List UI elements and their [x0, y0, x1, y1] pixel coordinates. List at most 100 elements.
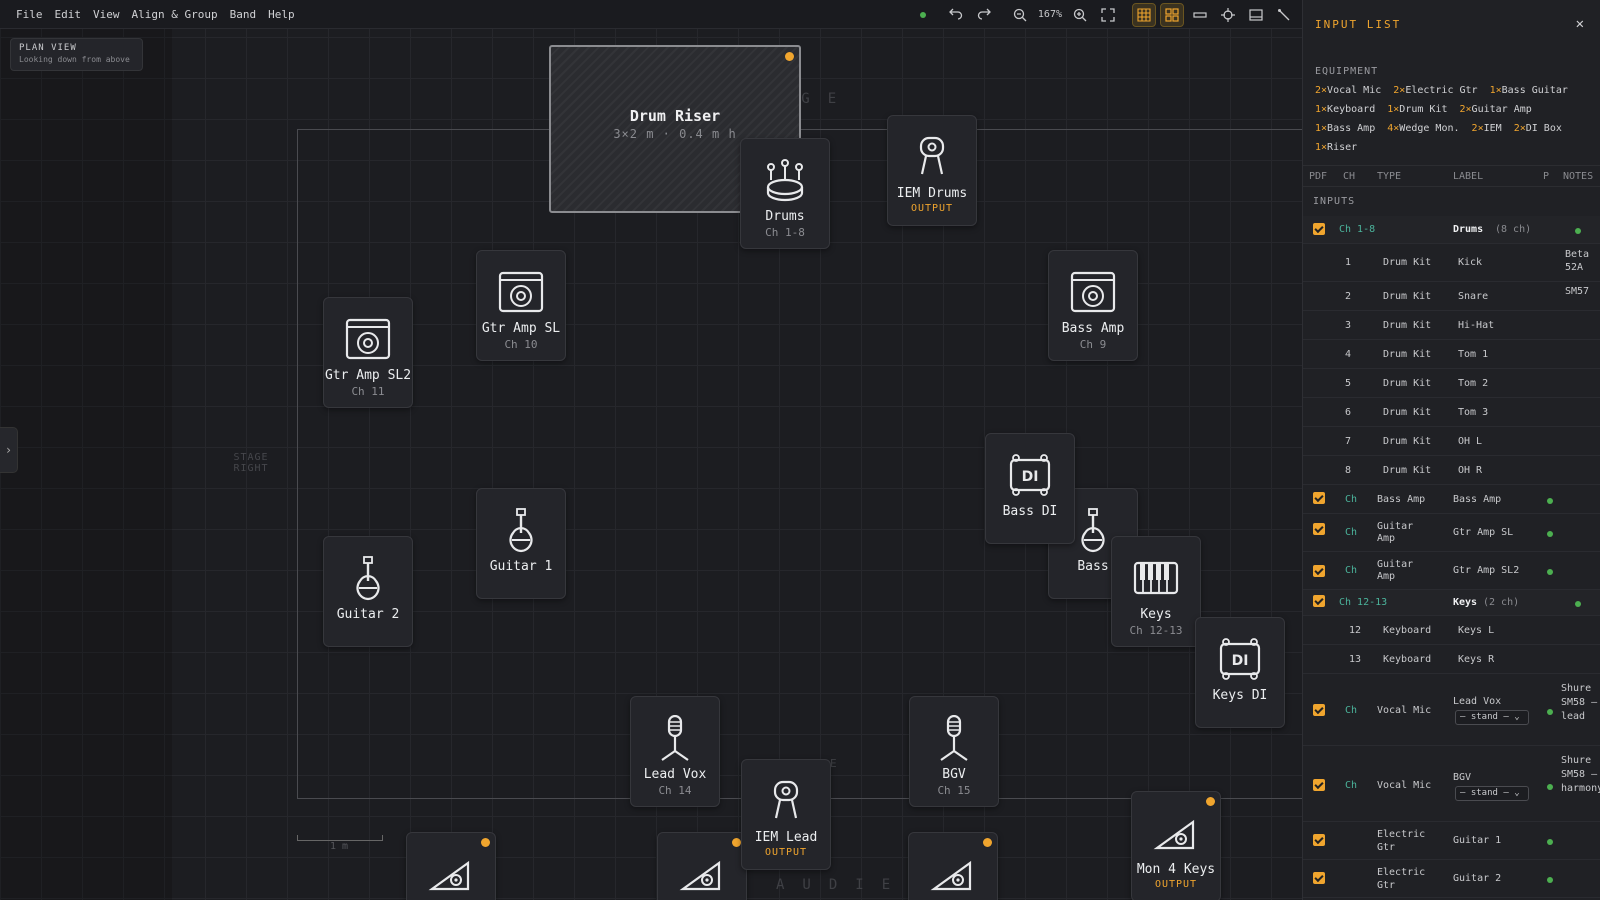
- redo-button[interactable]: [972, 3, 996, 27]
- table-row[interactable]: Ch Vocal Mic Lead Vox — stand — ⌄ Shure …: [1303, 674, 1600, 746]
- pdf-checkbox[interactable]: [1313, 779, 1325, 791]
- node-iem-lead[interactable]: IEM Lead OUTPUT: [741, 759, 831, 870]
- menu-band[interactable]: Band: [224, 8, 263, 21]
- node-bgv[interactable]: BGV Ch 15: [909, 696, 999, 807]
- equipment-item: 2×Guitar Amp: [1459, 104, 1532, 115]
- pdf-checkbox[interactable]: [1313, 523, 1325, 535]
- redo-icon: [977, 8, 991, 20]
- zoom-in-button[interactable]: [1068, 3, 1092, 27]
- pdf-checkbox[interactable]: [1313, 223, 1325, 235]
- equipment-item: 2×DI Box: [1513, 123, 1562, 134]
- zoom-out-button[interactable]: [1008, 3, 1032, 27]
- row-label: Hi-Hat: [1458, 320, 1495, 331]
- menu-align-group[interactable]: Align & Group: [126, 8, 224, 21]
- row-label: OH R: [1458, 465, 1483, 476]
- row-ch: Ch: [1345, 565, 1358, 576]
- table-row[interactable]: 8 Drum Kit OH R: [1303, 456, 1600, 485]
- node-sublabel: Ch 11: [351, 385, 385, 398]
- pdf-checkbox[interactable]: [1313, 834, 1325, 846]
- table-row-group[interactable]: Ch 1-8 Drums (8 ch): [1303, 216, 1600, 244]
- table-row[interactable]: Ch Guitar Amp Gtr Amp SL: [1303, 514, 1600, 552]
- wedge-monitor-node[interactable]: [406, 832, 496, 900]
- row-type: Drum Kit: [1383, 257, 1432, 268]
- node-keys-di[interactable]: DI Keys DI: [1195, 617, 1285, 728]
- row-type: Vocal Mic: [1377, 780, 1432, 791]
- node-lead-vox[interactable]: Lead Vox Ch 14: [630, 696, 720, 807]
- node-keys[interactable]: Keys Ch 12-13: [1111, 536, 1201, 647]
- node-bass-amp[interactable]: Bass Amp Ch 9: [1048, 250, 1138, 361]
- toolbar: 167%: [919, 0, 1296, 29]
- node-guitar-1[interactable]: Guitar 1: [476, 488, 566, 599]
- node-guitar-2[interactable]: Guitar 2: [323, 536, 413, 647]
- wedge-monitor-icon: [679, 851, 725, 897]
- table-row[interactable]: 13 Keyboard Keys R: [1303, 645, 1600, 674]
- table-row[interactable]: 1 Drum Kit Kick Beta 52A: [1303, 244, 1600, 282]
- stand-select-value: — stand —: [1460, 788, 1509, 798]
- pdf-checkbox[interactable]: [1313, 872, 1325, 884]
- menu-file[interactable]: File: [10, 8, 49, 21]
- undo-button[interactable]: [944, 3, 968, 27]
- center-button[interactable]: [1216, 3, 1240, 27]
- menu-view[interactable]: View: [87, 8, 126, 21]
- table-row[interactable]: 7 Drum Kit OH L: [1303, 427, 1600, 456]
- menu-help[interactable]: Help: [262, 8, 301, 21]
- row-label: Gtr Amp SL2: [1453, 565, 1520, 576]
- table-row[interactable]: 3 Drum Kit Hi-Hat: [1303, 311, 1600, 340]
- pdf-checkbox[interactable]: [1313, 492, 1325, 504]
- row-count: (2 ch): [1483, 597, 1520, 608]
- node-mon-4-keys[interactable]: Mon 4 Keys OUTPUT: [1131, 791, 1221, 900]
- zoom-in-icon: [1073, 8, 1087, 21]
- node-sublabel: OUTPUT: [910, 203, 954, 214]
- cable-button[interactable]: [1272, 3, 1296, 27]
- row-label: Kick: [1458, 257, 1483, 268]
- table-row[interactable]: Ch Bass Amp Bass Amp: [1303, 485, 1600, 514]
- undo-icon: [948, 8, 963, 20]
- pdf-checkbox[interactable]: [1313, 565, 1325, 577]
- panel-button[interactable]: [1244, 3, 1268, 27]
- di-box-icon: DI: [1217, 636, 1263, 682]
- amp-icon: [345, 316, 391, 362]
- panel-header: INPUT LIST ✕: [1303, 0, 1600, 48]
- equipment-item: 1×Riser: [1315, 142, 1358, 153]
- pdf-checkbox[interactable]: [1313, 595, 1325, 607]
- snap-toggle-button[interactable]: [1160, 2, 1184, 27]
- amp-icon: [1070, 269, 1116, 315]
- stage-canvas[interactable]: STAGE AUDIENCE E STAGE RIGHT PLAN VIEW L…: [0, 29, 1302, 900]
- node-sublabel: Ch 10: [504, 338, 538, 351]
- grid-toggle-button[interactable]: [1132, 2, 1156, 27]
- stand-select[interactable]: — stand — ⌄: [1455, 786, 1529, 801]
- expand-sidebar-button[interactable]: ›: [0, 427, 18, 473]
- table-row[interactable]: 12 Keyboard Keys L: [1303, 616, 1600, 645]
- table-row-group[interactable]: Ch 12-13 Keys (2 ch): [1303, 590, 1600, 616]
- close-icon[interactable]: ✕: [1576, 16, 1584, 32]
- node-iem-drums[interactable]: IEM Drums OUTPUT: [887, 115, 977, 226]
- table-row[interactable]: 4 Drum Kit Tom 1: [1303, 340, 1600, 369]
- menu-edit[interactable]: Edit: [49, 8, 88, 21]
- table-row[interactable]: 6 Drum Kit Tom 3: [1303, 398, 1600, 427]
- pdf-checkbox[interactable]: [1313, 704, 1325, 716]
- panel-icon: [1249, 8, 1263, 21]
- vocal-mic-icon: [652, 715, 698, 761]
- ruler-button[interactable]: [1188, 3, 1212, 27]
- node-drums[interactable]: Drums Ch 1-8: [740, 138, 830, 249]
- table-row[interactable]: Electric Gtr Guitar 2: [1303, 860, 1600, 898]
- node-gtr-amp-sl2[interactable]: Gtr Amp SL2 Ch 11: [323, 297, 413, 408]
- wedge-monitor-node[interactable]: [657, 832, 747, 900]
- row-notes: SM57: [1565, 286, 1590, 297]
- row-ch: Ch: [1345, 527, 1358, 538]
- table-row[interactable]: Ch Vocal Mic BGV — stand — ⌄ Shure SM58 …: [1303, 746, 1600, 822]
- node-bass-di[interactable]: DI Bass DI: [985, 433, 1075, 544]
- table-row[interactable]: 2 Drum Kit Snare SM57: [1303, 282, 1600, 311]
- node-gtr-amp-sl[interactable]: Gtr Amp SL Ch 10: [476, 250, 566, 361]
- table-row[interactable]: Ch Guitar Amp Gtr Amp SL2: [1303, 552, 1600, 590]
- table-row[interactable]: Electric Gtr Guitar 1: [1303, 822, 1600, 860]
- ruler-icon: [1193, 11, 1207, 18]
- col-p: P: [1543, 170, 1550, 182]
- stand-select[interactable]: — stand — ⌄: [1455, 710, 1529, 725]
- wedge-monitor-icon: [930, 851, 976, 897]
- fit-screen-button[interactable]: [1096, 3, 1120, 27]
- row-type: Guitar Amp: [1377, 559, 1414, 582]
- wedge-monitor-node[interactable]: [908, 832, 998, 900]
- table-row[interactable]: 5 Drum Kit Tom 2: [1303, 369, 1600, 398]
- status-dot: [1575, 601, 1581, 607]
